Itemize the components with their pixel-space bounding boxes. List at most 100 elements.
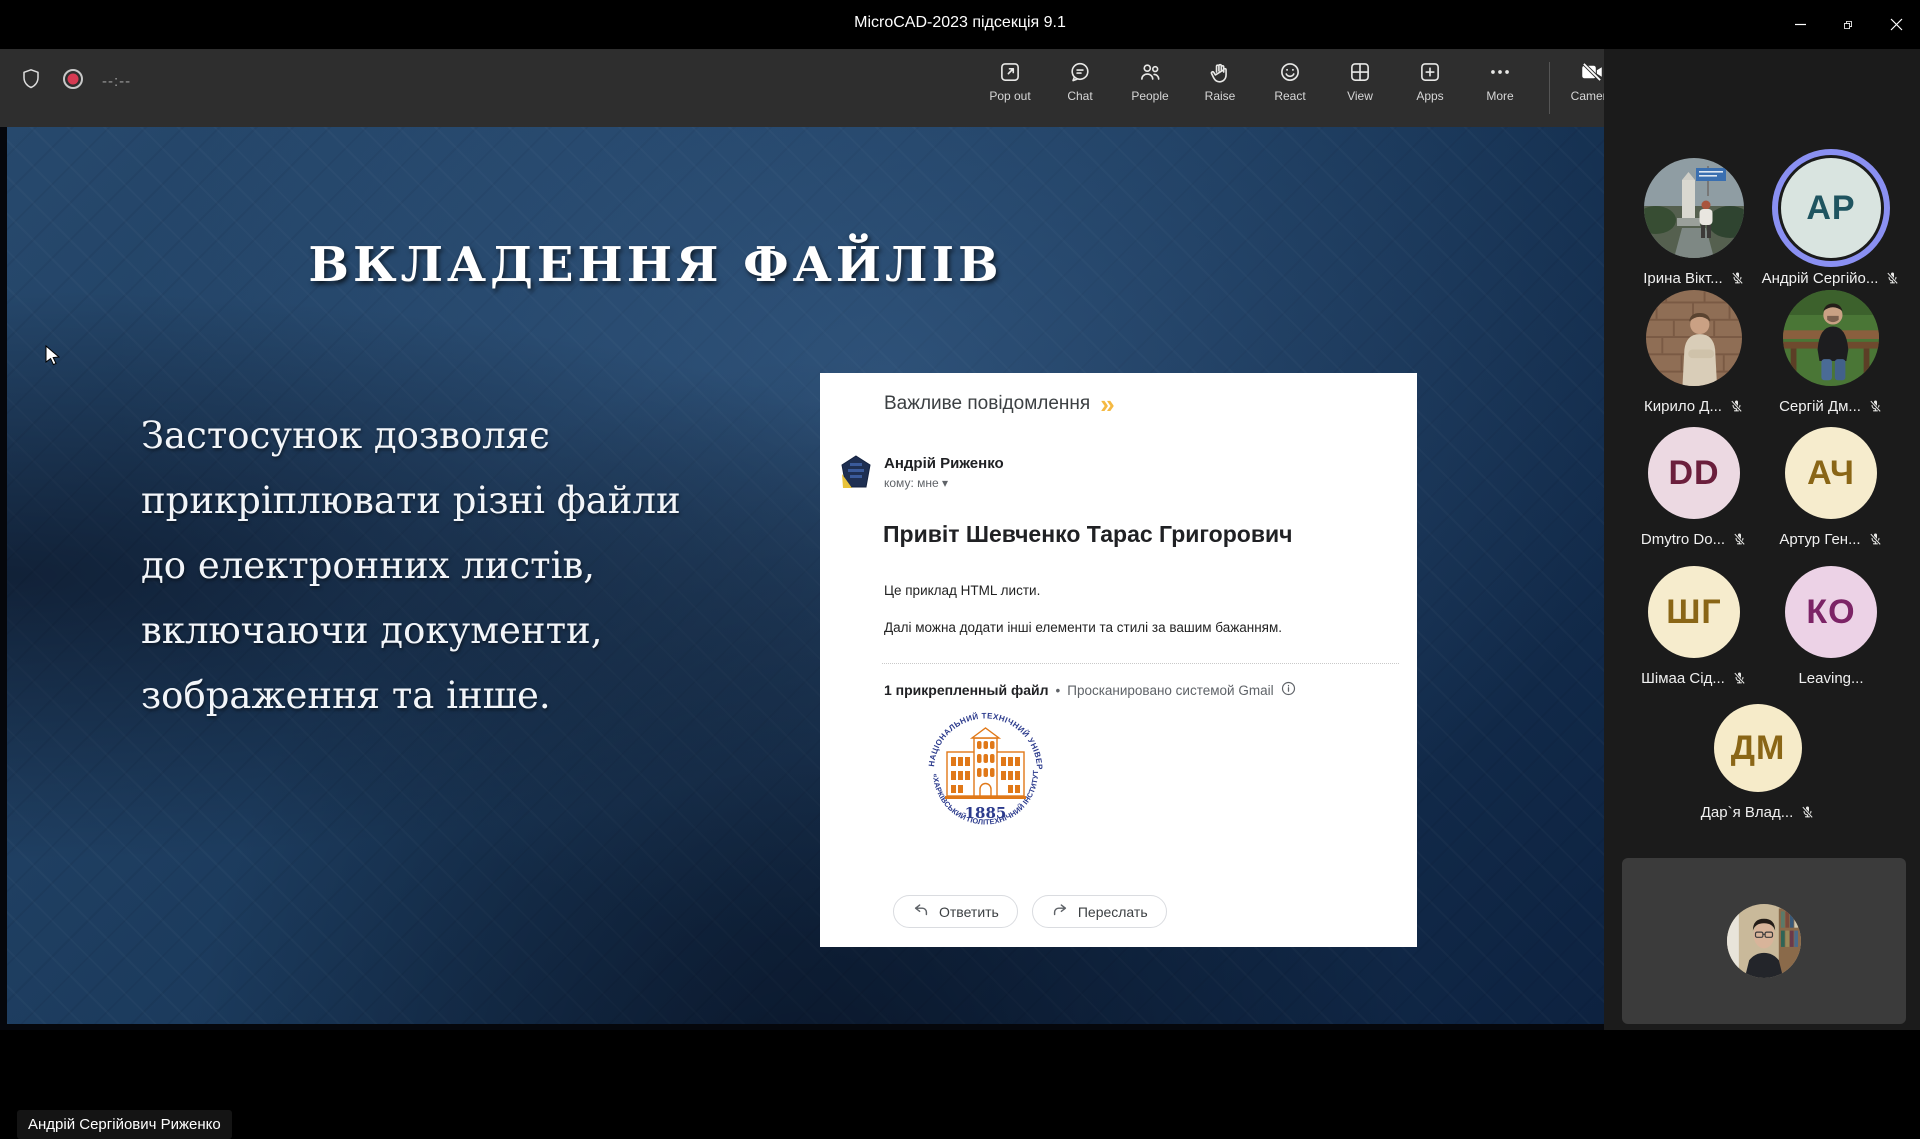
popout-icon [997, 59, 1023, 85]
presentation-slide: ВКЛАДЕННЯ ФАЙЛІВ Застосунок дозволяє при… [7, 127, 1604, 1024]
slide-body-line: Застосунок дозволяє [141, 403, 681, 468]
toolbar-button-raise[interactable]: Raise [1185, 59, 1255, 103]
minimize-button[interactable] [1776, 0, 1824, 49]
toolbar-button-label: Pop out [989, 89, 1030, 103]
toolbar-button-label: Chat [1067, 89, 1092, 103]
toolbar-button-label: Raise [1205, 89, 1236, 103]
close-button[interactable] [1872, 0, 1920, 49]
title-bar: MicroCAD-2023 підсекція 9.1 [0, 0, 1920, 49]
participant-initials: ШГ [1648, 566, 1740, 658]
mic-off-icon [1732, 671, 1747, 686]
participant-name: Ірина Вікт... [1643, 270, 1722, 287]
attachment-image[interactable]: НАЦІОНАЛЬНИЙ ТЕХНІЧНИЙ УНІВЕРСИТЕТ «ХАРК… [889, 708, 1082, 840]
window-controls [1776, 0, 1920, 49]
importance-marker-icon: » [1100, 394, 1114, 414]
people-icon [1137, 59, 1163, 85]
sender-avatar [837, 453, 875, 491]
participant-initials: ДМ [1714, 704, 1802, 792]
meeting-timer: --:-- [102, 73, 131, 90]
info-icon[interactable] [1281, 681, 1296, 699]
toolbar-button-label: More [1486, 89, 1513, 103]
participant-tile[interactable]: АЧ Артур Ген... [1761, 427, 1901, 548]
presenter-name-badge: Андрій Сергійович Риженко [17, 1110, 232, 1139]
scanned-text: Просканировано системой Gmail [1067, 683, 1273, 698]
logo-year-text: 1885 [965, 804, 1007, 822]
more-icon [1487, 59, 1513, 85]
participant-initials-avatar: АЧ [1785, 427, 1877, 519]
maximize-restore-button[interactable] [1824, 0, 1872, 49]
participant-photo-avatar [1783, 290, 1879, 386]
sender-name: Андрій Риженко [884, 455, 1004, 472]
participant-initials: DD [1648, 427, 1740, 519]
participant-name: Андрій Сергійо... [1762, 270, 1879, 287]
apps-icon [1417, 59, 1443, 85]
participant-photo-avatar [1646, 290, 1742, 386]
email-subject: Привіт Шевченко Тарас Григорович [883, 521, 1292, 548]
forward-button[interactable]: Переслать [1032, 895, 1167, 928]
participant-tile[interactable]: КО Leaving... [1761, 566, 1901, 687]
toolbar-button-chat[interactable]: Chat [1045, 59, 1115, 103]
mouse-cursor [45, 345, 60, 371]
participant-tile[interactable]: ШГ Шімаа Сід... [1624, 566, 1764, 687]
toolbar-button-react[interactable]: React [1255, 59, 1325, 103]
dot-separator: • [1056, 683, 1061, 698]
mic-off-icon [1885, 271, 1900, 286]
slide-body-text: Застосунок дозволяє прикріплювати різні … [141, 403, 681, 728]
mic-off-icon [1800, 805, 1815, 820]
slide-body-line: до електронних листів, [141, 533, 681, 598]
mic-off-icon [1868, 532, 1883, 547]
self-video-tile[interactable] [1622, 858, 1906, 1024]
participants-panel: Ірина Вікт... АРАндрій Сергійо...Кирило Д… [1604, 49, 1920, 1030]
participant-name: Сергій Дм... [1779, 398, 1861, 415]
attachment-divider [882, 663, 1399, 664]
toolbar-button-popout[interactable]: Pop out [975, 59, 1045, 103]
participant-name: Шімаа Сід... [1641, 670, 1725, 687]
participant-name: Leaving... [1798, 670, 1863, 687]
participant-initials-avatar: ДМ [1714, 704, 1802, 792]
gmail-screenshot: Важливе повідомлення » Андрій Риженко ко… [820, 373, 1417, 947]
toolbar-button-label: React [1274, 89, 1305, 103]
recipient-row[interactable]: кому: мне ▾ [884, 476, 948, 490]
participant-tile[interactable]: АРАндрій Сергійо... [1761, 158, 1901, 287]
camera-off-icon [1579, 59, 1605, 85]
email-actions: Ответить Переслать [893, 895, 1167, 928]
mic-off-icon [1730, 271, 1745, 286]
raise-icon [1207, 59, 1233, 85]
slide-body-line: включаючи документи, [141, 598, 681, 663]
forward-arrow-icon [1051, 902, 1069, 921]
participant-name: Артур Ген... [1779, 531, 1860, 548]
participant-tile[interactable]: Кирило Д... [1624, 290, 1764, 415]
recipient-text: кому: мне [884, 476, 939, 490]
slide-body-line: прикріплювати різні файли [141, 468, 681, 533]
react-icon [1277, 59, 1303, 85]
view-icon [1347, 59, 1373, 85]
toolbar-button-more[interactable]: More [1465, 59, 1535, 103]
chevron-down-icon: ▾ [942, 476, 948, 490]
reply-button-label: Ответить [939, 904, 999, 920]
toolbar-button-view[interactable]: View [1325, 59, 1395, 103]
email-banner: Важливе повідомлення » [884, 393, 1115, 415]
participant-initials: АЧ [1785, 427, 1877, 519]
participant-tile[interactable]: Сергій Дм... [1761, 290, 1901, 415]
toolbar-button-people[interactable]: People [1115, 59, 1185, 103]
participant-initials-avatar: КО [1785, 566, 1877, 658]
window-title: MicroCAD-2023 підсекція 9.1 [0, 14, 1920, 32]
participant-name: Дар`я Влад... [1701, 804, 1793, 821]
toolbar-button-apps[interactable]: Apps [1395, 59, 1465, 103]
email-banner-text: Важливе повідомлення [884, 393, 1090, 415]
participant-tile[interactable]: DDDmytro Do... [1624, 427, 1764, 548]
self-webcam-photo [1727, 904, 1801, 978]
toolbar-separator [1549, 62, 1550, 114]
mic-off-icon [1732, 532, 1747, 547]
toolbar-button-label: View [1347, 89, 1373, 103]
reply-button[interactable]: Ответить [893, 895, 1018, 928]
forward-button-label: Переслать [1078, 904, 1148, 920]
participant-photo-avatar [1644, 158, 1744, 258]
email-body-line: Далі можна додати інші елементи та стилі… [884, 620, 1282, 635]
shield-icon [18, 66, 44, 97]
participant-tile[interactable]: ДМ Дар`я Влад... [1688, 704, 1828, 821]
participant-tile[interactable]: Ірина Вікт... [1624, 158, 1764, 287]
participant-initials-avatar: ШГ [1648, 566, 1740, 658]
mic-off-icon [1868, 399, 1883, 414]
attachment-count: 1 прикрепленный файл [884, 682, 1049, 698]
